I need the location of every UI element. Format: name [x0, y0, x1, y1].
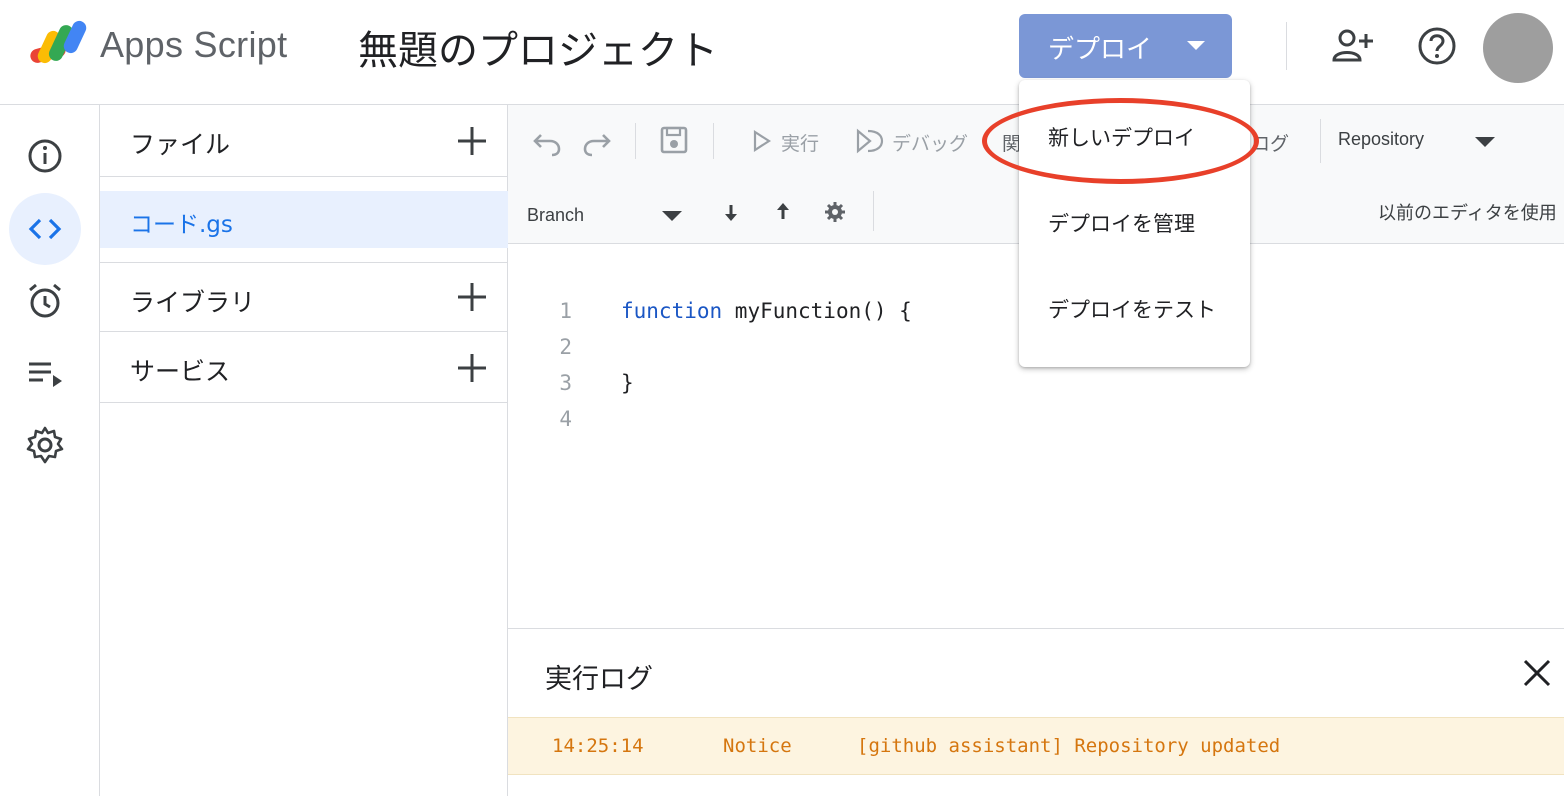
- debug-icon[interactable]: [854, 127, 884, 155]
- file-item-code-gs[interactable]: コード.gs: [100, 191, 508, 248]
- log-message: [github assistant] Repository updated: [857, 735, 1281, 757]
- code-line-3: }: [621, 371, 634, 395]
- menu-item-manage-deployments[interactable]: デプロイを管理: [1019, 192, 1250, 252]
- line-number: 1: [559, 299, 572, 323]
- branch-select[interactable]: Branch: [527, 205, 584, 226]
- menu-item-label: デプロイを管理: [1048, 212, 1195, 236]
- playlist-play-icon: [29, 362, 62, 387]
- undo-icon[interactable]: [532, 127, 562, 157]
- close-icon[interactable]: [1520, 656, 1554, 690]
- rail-item-triggers[interactable]: [9, 265, 81, 337]
- files-section-header: ファイル: [100, 105, 508, 177]
- save-icon[interactable]: [659, 125, 689, 155]
- rail-item-settings[interactable]: [9, 409, 81, 481]
- toolbar-divider: [635, 123, 636, 159]
- info-icon: [28, 139, 62, 173]
- branch-chevron-down-icon[interactable]: [662, 211, 682, 221]
- line-number: 3: [559, 371, 572, 395]
- redo-icon[interactable]: [582, 127, 612, 157]
- rail-item-editor[interactable]: [9, 193, 81, 265]
- code-text: myFunction() {: [722, 299, 912, 323]
- deploy-button[interactable]: デプロイ: [1019, 14, 1232, 78]
- use-legacy-editor-link[interactable]: 以前のエディタを使用: [1378, 199, 1557, 225]
- menu-item-label: 新しいデプロイ: [1048, 126, 1195, 150]
- log-time: 14:25:14: [552, 735, 644, 757]
- log-level: Notice: [723, 735, 792, 757]
- gear-icon: [26, 426, 64, 464]
- add-file-icon[interactable]: [456, 125, 488, 157]
- code-line-1: function myFunction() {: [621, 299, 912, 323]
- services-section: サービス: [100, 332, 508, 403]
- add-library-icon[interactable]: [456, 281, 488, 313]
- rail-item-overview[interactable]: [9, 120, 81, 192]
- menu-item-label: デプロイをテスト: [1048, 298, 1216, 322]
- apps-script-logo: [30, 20, 87, 64]
- top-bar: Apps Script 無題のプロジェクト デプロイ: [0, 0, 1564, 105]
- chevron-down-icon: [1187, 41, 1205, 50]
- pull-arrow-down-icon[interactable]: [722, 203, 740, 223]
- header-divider: [1286, 22, 1287, 70]
- play-icon[interactable]: [752, 130, 772, 152]
- line-number: 4: [559, 407, 572, 431]
- toolbar-divider: [713, 123, 714, 159]
- help-icon[interactable]: [1415, 24, 1459, 68]
- code-keyword: function: [621, 299, 723, 323]
- deploy-menu: 新しいデプロイ デプロイを管理 デプロイをテスト: [1019, 80, 1250, 367]
- libraries-section: ライブラリ: [100, 262, 508, 332]
- execution-log-title: 実行ログ: [545, 664, 653, 695]
- alarm-clock-icon: [29, 283, 61, 318]
- toolbar-divider: [1320, 119, 1321, 163]
- add-person-icon[interactable]: [1330, 24, 1374, 68]
- libraries-heading: ライブラリ: [130, 288, 256, 317]
- deploy-button-label: デプロイ: [1048, 35, 1153, 65]
- files-heading: ファイル: [130, 130, 231, 159]
- log-entry: 14:25:14 Notice [github assistant] Repos…: [508, 717, 1564, 775]
- execution-log-panel: 実行ログ 14:25:14 Notice [github assistant] …: [508, 628, 1564, 796]
- push-arrow-up-icon[interactable]: [774, 201, 792, 221]
- rail-item-executions[interactable]: [9, 337, 81, 409]
- debug-button[interactable]: デバッグ: [892, 129, 968, 156]
- avatar[interactable]: [1483, 13, 1553, 83]
- menu-item-new-deployment[interactable]: 新しいデプロイ: [1019, 106, 1250, 166]
- left-nav-rail: [0, 105, 100, 796]
- services-heading: サービス: [130, 357, 231, 386]
- execution-log-button[interactable]: ログ: [1251, 129, 1289, 156]
- code-icon: [28, 218, 62, 240]
- repository-chevron-down-icon[interactable]: [1475, 137, 1495, 147]
- line-number: 2: [559, 335, 572, 359]
- app-name: Apps Script: [100, 24, 288, 65]
- run-button[interactable]: 実行: [781, 129, 819, 156]
- toolbar-divider: [873, 191, 874, 231]
- files-panel: ファイル コード.gs ライブラリ サービス: [100, 105, 508, 796]
- project-title[interactable]: 無題のプロジェクト: [358, 18, 718, 76]
- repository-select[interactable]: Repository: [1338, 129, 1424, 150]
- github-settings-gear-icon[interactable]: [824, 201, 846, 223]
- file-name: コード.gs: [130, 212, 233, 238]
- menu-item-test-deployments[interactable]: デプロイをテスト: [1019, 278, 1250, 338]
- add-service-icon[interactable]: [456, 352, 488, 384]
